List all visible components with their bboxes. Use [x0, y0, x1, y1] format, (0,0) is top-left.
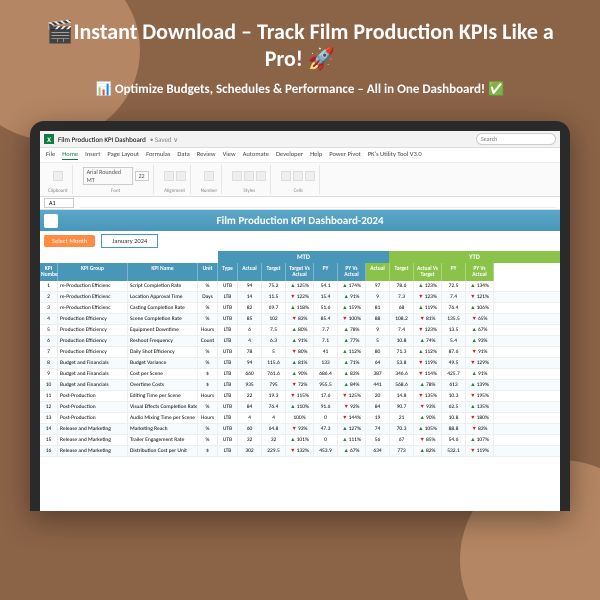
col-kpi-number: KPI Number: [40, 263, 58, 281]
menu-help[interactable]: Help: [310, 150, 322, 160]
excel-icon: X: [44, 134, 54, 144]
menu-view[interactable]: View: [223, 150, 236, 160]
align-icon[interactable]: [164, 171, 174, 181]
table-row[interactable]: 2re-Production EfficiencLocation Approva…: [40, 292, 560, 303]
table-row[interactable]: 3re-Production EfficiencCasting Completi…: [40, 303, 560, 314]
col-ytd-py: PY: [442, 263, 466, 281]
promo-headline: 🎬Instant Download – Track Film Productio…: [30, 18, 570, 72]
month-dropdown[interactable]: January 2024: [101, 234, 158, 248]
table-row[interactable]: 16Release and MarketingDistribution Cost…: [40, 446, 560, 457]
mtd-header: MTD: [218, 251, 389, 263]
menu-page-layout[interactable]: Page Layout: [107, 150, 139, 160]
table-row[interactable]: 4Production EfficiencyScene Completion R…: [40, 314, 560, 325]
ribbon-font-label: Font: [111, 188, 120, 194]
home-icon[interactable]: [44, 214, 58, 228]
col-ytd-actual: Actual: [366, 263, 390, 281]
wrap-icon[interactable]: [176, 171, 186, 181]
menu-developer[interactable]: Developer: [276, 150, 303, 160]
save-status: • Saved ∨: [150, 135, 178, 144]
table-row[interactable]: 11Post-ProductionEditing Time per SceneH…: [40, 391, 560, 402]
ribbon-styles-label: Styles: [243, 188, 255, 194]
cond-format-icon[interactable]: [232, 171, 242, 181]
number-format-icon[interactable]: [204, 171, 214, 181]
ribbon-clipboard-label: Clipboard: [48, 188, 68, 194]
table-format-icon[interactable]: [244, 171, 254, 181]
font-name-select[interactable]: Arial Rounded MT: [83, 167, 133, 185]
insert-cell-icon[interactable]: [281, 171, 291, 181]
table-row[interactable]: 14Release and MarketingMarketing Reach%U…: [40, 424, 560, 435]
ytd-header: YTD: [389, 251, 560, 263]
delete-cell-icon[interactable]: [293, 171, 303, 181]
month-selector-row: Select Month January 2024: [40, 231, 560, 251]
dashboard-title-bar: Film Production KPI Dashboard-2024: [40, 210, 560, 231]
name-box-row: A1: [40, 197, 560, 210]
col-type: Type: [218, 263, 238, 281]
column-header-row: KPI Number KPI Group KPI Name Unit Type …: [40, 263, 560, 281]
kpi-group-header: MTD YTD: [40, 251, 560, 263]
table-row[interactable]: 10Budget and FinancialsOvertime Costs$LT…: [40, 380, 560, 391]
col-mtd-actual: Actual: [238, 263, 262, 281]
table-row[interactable]: 8Budget and FinancialsBudget Variance%LT…: [40, 358, 560, 369]
laptop-frame: X Film Production KPI Dashboard • Saved …: [30, 121, 570, 511]
search-input[interactable]: [476, 133, 556, 145]
name-box[interactable]: A1: [44, 198, 74, 208]
menu-bar: File Home Insert Page Layout Formulas Da…: [40, 148, 560, 163]
formula-bar[interactable]: [80, 198, 556, 208]
ribbon-cells-label: Cells: [294, 188, 303, 194]
dashboard-title: Film Production KPI Dashboard-2024: [216, 214, 383, 227]
table-row[interactable]: 9Budget and FinancialsCost per Scene$LTB…: [40, 369, 560, 380]
col-unit: Unit: [198, 263, 218, 281]
paste-icon[interactable]: [53, 171, 63, 181]
menu-automate[interactable]: Automate: [243, 150, 269, 160]
menu-pk-utility[interactable]: PK's Utility Tool V3.0: [368, 150, 422, 160]
table-row[interactable]: 1re-Production EfficiencScript Completio…: [40, 281, 560, 292]
select-month-label: Select Month: [44, 235, 95, 247]
table-row[interactable]: 15Release and MarketingTrailer Engagemen…: [40, 435, 560, 446]
table-row[interactable]: 13Post-ProductionAudio Mixing Time per S…: [40, 413, 560, 424]
menu-formulas[interactable]: Formulas: [146, 150, 170, 160]
menu-file[interactable]: File: [46, 150, 55, 160]
kpi-table-body: 1re-Production EfficiencScript Completio…: [40, 281, 560, 457]
col-mtd-target: Target: [262, 263, 286, 281]
col-kpi-name: KPI Name: [128, 263, 198, 281]
title-bar: X Film Production KPI Dashboard • Saved …: [40, 131, 560, 148]
col-ytd-pva: PY Vs Actual: [466, 263, 494, 281]
ribbon-alignment-label: Alignment: [164, 188, 185, 194]
file-name: Film Production KPI Dashboard: [58, 135, 146, 144]
table-row[interactable]: 12Post-ProductionVisual Effects Completi…: [40, 402, 560, 413]
col-mtd-pva: PY Vs Actual: [338, 263, 366, 281]
table-row[interactable]: 6Production EfficiencyReshoot FrequencyC…: [40, 336, 560, 347]
menu-home[interactable]: Home: [62, 150, 78, 160]
col-ytd-target: Target: [390, 263, 414, 281]
col-mtd-tva: Target Vs Actual: [286, 263, 314, 281]
col-kpi-group: KPI Group: [58, 263, 128, 281]
menu-data[interactable]: Data: [177, 150, 189, 160]
excel-window: X Film Production KPI Dashboard • Saved …: [40, 131, 560, 511]
menu-insert[interactable]: Insert: [85, 150, 100, 160]
promo-subline: 📊 Optimize Budgets, Schedules & Performa…: [30, 82, 570, 97]
menu-review[interactable]: Review: [197, 150, 216, 160]
table-row[interactable]: 7Production EfficiencyDaily Shot Efficie…: [40, 347, 560, 358]
col-ytd-avt: Actual Vs Target: [414, 263, 442, 281]
menu-power-pivot[interactable]: Power Pivot: [329, 150, 361, 160]
font-size-select[interactable]: 22: [135, 171, 149, 181]
ribbon-number-label: Number: [201, 188, 218, 194]
format-cell-icon[interactable]: [305, 171, 315, 181]
col-mtd-py: PY: [314, 263, 338, 281]
cell-styles-icon[interactable]: [256, 171, 266, 181]
ribbon: Clipboard Arial Rounded MT22 Font Alignme…: [40, 163, 560, 197]
table-row[interactable]: 5Production EfficiencyEquipment Downtime…: [40, 325, 560, 336]
